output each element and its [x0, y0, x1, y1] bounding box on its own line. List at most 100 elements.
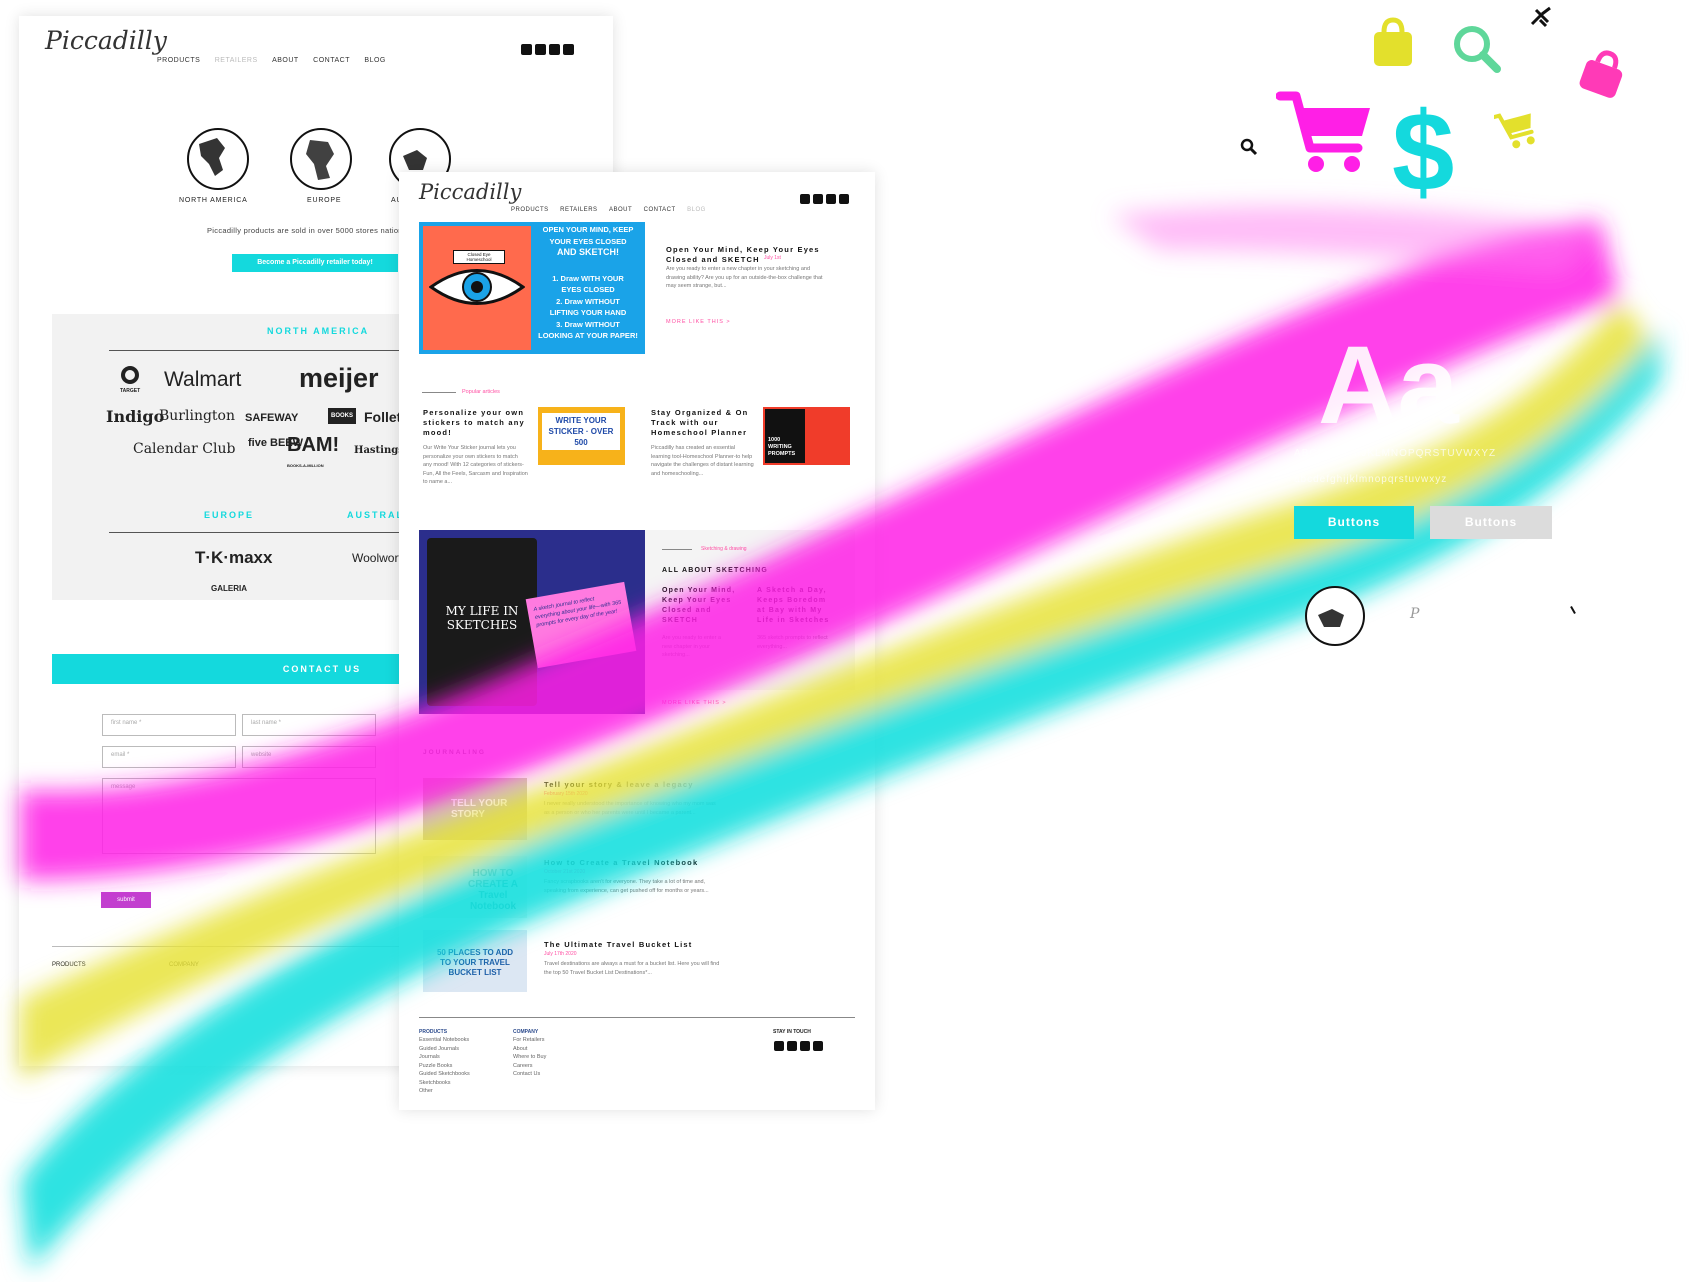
footer-link[interactable]: Journals [419, 1053, 470, 1062]
nav-blog[interactable]: BLOG [364, 57, 385, 64]
eye-icon [429, 269, 525, 305]
twitter-icon[interactable] [813, 194, 823, 204]
journal-title-3[interactable]: The Ultimate Travel Bucket List [544, 940, 692, 950]
magnet-icon [1530, 6, 1551, 28]
journal-image-3[interactable]: 50 PLACES TO ADD TO YOUR TRAVEL BUCKET L… [423, 930, 527, 992]
footer-link[interactable]: Where to Buy [513, 1053, 546, 1062]
journal-title-1[interactable]: Tell your story & leave a legacy [544, 780, 694, 790]
site-logo[interactable]: Piccadilly [45, 26, 167, 55]
footer-company-heading: COMPANY [513, 1029, 539, 1035]
mail-icon[interactable] [549, 44, 560, 55]
brand-tk-maxx: T·K·maxx [195, 548, 273, 567]
eye-art: Closed Eye Homeschool [423, 226, 531, 350]
journal-title-2[interactable]: How to Create a Travel Notebook [544, 858, 698, 868]
nav-contact[interactable]: CONTACT [644, 207, 676, 213]
footer-link[interactable]: Sketchbooks [419, 1079, 470, 1088]
mail-icon[interactable] [800, 1041, 810, 1051]
social-links [518, 42, 574, 60]
divider [422, 392, 456, 393]
footer-link[interactable]: For Retailers [513, 1036, 546, 1045]
journaling-heading: JOURNALING [423, 749, 486, 756]
mail-icon[interactable] [826, 194, 836, 204]
brand-safeway: SAFEWAY [245, 412, 299, 424]
journal-excerpt-2: Fancy scrapbooks aren't for everyone. Th… [544, 879, 709, 894]
footer-link[interactable]: Other [419, 1087, 470, 1096]
globe-north-america-icon[interactable] [185, 126, 251, 192]
footer-stay-heading: STAY IN TOUCH [773, 1029, 811, 1035]
brand-target: TARGET [120, 366, 140, 394]
shopping-bag-icon [1374, 17, 1412, 66]
sketch-item-title-2[interactable]: A Sketch a Day, Keeps Boredom at Bay wit… [757, 586, 837, 626]
twitter-icon[interactable] [787, 1041, 797, 1051]
instagram-icon[interactable] [774, 1041, 784, 1051]
social-links [797, 191, 849, 209]
site-logo[interactable]: Piccadilly [419, 180, 521, 204]
nav-blog[interactable]: BLOG [687, 207, 706, 213]
footer-products-heading: PRODUCTS [52, 962, 86, 968]
nav-retailers[interactable]: RETAILERS [215, 57, 258, 64]
footer-company-heading: COMPANY [169, 962, 199, 968]
footer-link[interactable]: Contact Us [513, 1070, 546, 1079]
journal-excerpt-1: I never really understood the importance… [544, 801, 716, 816]
popular-title-1[interactable]: Personalize your own stickers to match a… [423, 408, 528, 438]
footer-link[interactable]: Careers [513, 1062, 546, 1071]
nav-contact[interactable]: CONTACT [313, 57, 350, 64]
footer-link[interactable]: Puzzle Books [419, 1062, 470, 1071]
first-name-field[interactable]: first name * [102, 714, 236, 736]
nav-retailers[interactable]: RETAILERS [560, 207, 597, 213]
last-name-field[interactable]: last name * [242, 714, 376, 736]
sketch-image[interactable]: MY LIFE IN SKETCHES A sketch journal to … [419, 530, 645, 714]
nav-about[interactable]: ABOUT [609, 207, 632, 213]
email-field[interactable]: email * [102, 746, 236, 768]
facebook-icon[interactable] [839, 194, 849, 204]
nav-products[interactable]: PRODUCTS [157, 57, 200, 64]
journal-image-2[interactable]: HOW TO CREATE A Travel Notebook [423, 856, 527, 918]
footer-link[interactable]: Guided Journals [419, 1045, 470, 1054]
brand-galeria: GALERIA [211, 584, 247, 593]
nav-about[interactable]: ABOUT [272, 57, 299, 64]
footer-link[interactable]: About [513, 1045, 546, 1054]
submit-button[interactable]: submit [101, 892, 151, 908]
footer-products-list: Essential Notebooks Guided Journals Jour… [419, 1036, 470, 1096]
twitter-icon[interactable] [535, 44, 546, 55]
journal-date-3: July 17th 2020 [544, 951, 577, 957]
hero-more-link[interactable]: MORE LIKE THIS > [666, 319, 731, 325]
instagram-icon[interactable] [521, 44, 532, 55]
region-europe-label[interactable]: EUROPE [307, 197, 341, 204]
hero-excerpt: Are you ready to enter a new chapter in … [666, 266, 823, 289]
become-retailer-button[interactable]: Become a Piccadilly retailer today! [232, 254, 398, 272]
footer-social-links [771, 1038, 823, 1056]
facebook-icon[interactable] [813, 1041, 823, 1051]
nav-products[interactable]: PRODUCTS [511, 207, 549, 213]
website-field[interactable]: website [242, 746, 376, 768]
footer-divider [419, 1017, 855, 1018]
sketch-item-excerpt-1: Are you ready to enter a new chapter in … [662, 635, 722, 658]
hero-date: July 1st [764, 255, 781, 261]
journal-image-1[interactable]: TELL YOUR STORY [423, 778, 527, 840]
primary-button-sample[interactable]: Buttons [1294, 506, 1414, 539]
popular-image-1[interactable]: WRITE YOUR STICKER · OVER 500 [538, 407, 625, 465]
hero-title[interactable]: Open Your Mind, Keep Your Eyes Closed an… [666, 245, 826, 265]
facebook-icon[interactable] [563, 44, 574, 55]
popular-title-2[interactable]: Stay Organized & On Track with our Homes… [651, 408, 755, 438]
closed-eye-badge: Closed Eye Homeschool [453, 250, 505, 264]
region-north-america-label[interactable]: NORTH AMERICA [179, 197, 248, 204]
uppercase-sample: ABCDEFGHIJKLMNOPQRSTUVWXYZ [1294, 448, 1497, 459]
secondary-button-sample[interactable]: Buttons [1430, 506, 1552, 539]
main-nav: PRODUCTS RETAILERS ABOUT CONTACT BLOG [157, 49, 396, 67]
instagram-icon[interactable] [800, 194, 810, 204]
brand-books: BOOKS [328, 408, 357, 424]
brand-indigo: Indigo [106, 407, 165, 426]
sketch-item-title-1[interactable]: Open Your Mind, Keep Your Eyes Closed an… [662, 586, 740, 626]
footer-link[interactable]: Guided Sketchbooks [419, 1070, 470, 1079]
footer-link[interactable]: Essential Notebooks [419, 1036, 470, 1045]
dollar-icon: $ [1392, 89, 1455, 214]
sketch-more-link[interactable]: MORE LIKE THIS > [662, 700, 727, 706]
message-field[interactable]: message [102, 778, 376, 854]
popular-image-2[interactable]: 1000 WRITING PROMPTS [763, 407, 850, 465]
brand-five-below: five BEEW [248, 437, 304, 449]
brand-calendar-club: Calendar Club [133, 441, 236, 457]
sketch-card: A sketch journal to reflect everything a… [525, 581, 637, 669]
hero-image[interactable]: Closed Eye Homeschool OPEN YOUR MIND, KE… [419, 222, 645, 354]
globe-europe-icon[interactable] [288, 126, 354, 192]
